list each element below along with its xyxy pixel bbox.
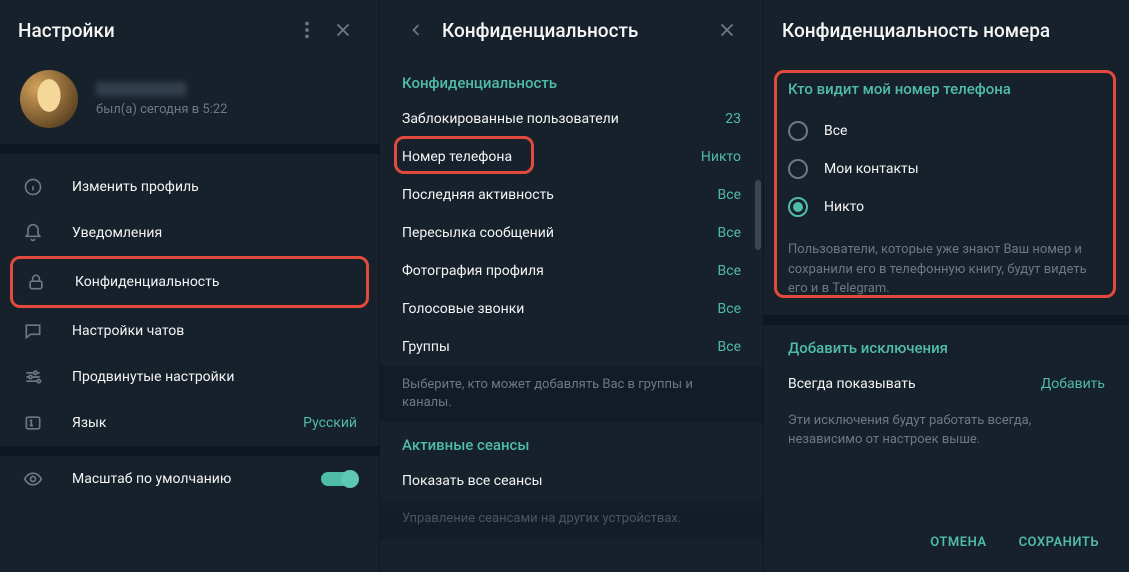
scrollbar[interactable] xyxy=(755,180,761,250)
close-icon[interactable] xyxy=(709,12,745,48)
radio-icon xyxy=(788,197,808,217)
menu-item-language[interactable]: Язык Русский xyxy=(0,400,379,446)
sliders-icon xyxy=(22,366,44,388)
phone-privacy-header: Конфиденциальность номера xyxy=(764,0,1129,60)
menu-label: Настройки чатов xyxy=(72,323,357,339)
visibility-help: Пользователи, которые уже знают Ваш номе… xyxy=(764,232,1129,315)
profile-name-redacted xyxy=(96,82,186,96)
phone-privacy-title: Конфиденциальность номера xyxy=(782,19,1111,42)
exception-action: Добавить xyxy=(1041,376,1105,392)
exception-label: Всегда показывать xyxy=(788,376,916,392)
menu-label: Уведомления xyxy=(72,225,357,241)
profile-block[interactable]: был(а) сегодня в 5:22 xyxy=(0,60,379,144)
section-exceptions: Добавить исключения xyxy=(764,325,1129,365)
menu-item-notifications[interactable]: Уведомления xyxy=(0,210,379,256)
section-privacy: Конфиденциальность xyxy=(380,60,763,100)
item-always-show[interactable]: Всегда показывать Добавить xyxy=(764,365,1129,403)
profile-info: был(а) сегодня в 5:22 xyxy=(96,82,228,117)
section-sessions: Активные сеансы xyxy=(380,422,763,462)
item-blocked-users[interactable]: Заблокированные пользователи 23 xyxy=(380,100,763,138)
menu-value: Русский xyxy=(303,415,357,431)
phone-privacy-panel: Конфиденциальность номера Кто видит мой … xyxy=(764,0,1129,572)
profile-status: был(а) сегодня в 5:22 xyxy=(96,102,228,117)
default-zoom-toggle[interactable]: Масштаб по умолчанию xyxy=(0,456,379,502)
close-icon[interactable] xyxy=(325,12,361,48)
eye-icon xyxy=(22,468,44,490)
privacy-title: Конфиденциальность xyxy=(442,19,709,42)
item-show-sessions[interactable]: Показать все сеансы xyxy=(380,462,763,500)
save-button[interactable]: СОХРАНИТЬ xyxy=(1005,527,1113,558)
menu-label: Продвинутые настройки xyxy=(72,369,357,385)
dialog-footer: ОТМЕНА СОХРАНИТЬ xyxy=(764,513,1129,572)
menu-label: Конфиденциальность xyxy=(75,274,354,290)
exceptions-help: Эти исключения будут работать всегда, не… xyxy=(764,403,1129,466)
menu-label: Язык xyxy=(72,415,275,431)
radio-label: Мои контакты xyxy=(824,161,919,177)
sessions-hint: Управление сеансами на других устройства… xyxy=(380,500,763,538)
item-phone-number[interactable]: Номер телефона Никто xyxy=(380,138,763,176)
zoom-label: Масштаб по умолчанию xyxy=(72,471,293,487)
privacy-hint: Выберите, кто может добавлять Вас в груп… xyxy=(380,366,763,422)
menu-item-privacy[interactable]: Конфиденциальность xyxy=(10,256,369,308)
radio-label: Все xyxy=(824,123,847,139)
settings-title: Настройки xyxy=(18,19,289,42)
privacy-panel: Конфиденциальность Конфиденциальность За… xyxy=(380,0,764,572)
item-voice-calls[interactable]: Голосовые звонки Все xyxy=(380,290,763,328)
info-icon xyxy=(22,176,44,198)
item-last-seen[interactable]: Последняя активность Все xyxy=(380,176,763,214)
avatar xyxy=(20,70,78,128)
item-groups[interactable]: Группы Все xyxy=(380,328,763,366)
privacy-header: Конфиденциальность xyxy=(380,0,763,60)
radio-nobody[interactable]: Никто xyxy=(764,188,1129,226)
radio-everyone[interactable]: Все xyxy=(764,112,1129,150)
more-icon[interactable] xyxy=(289,12,325,48)
item-forwarded[interactable]: Пересылка сообщений Все xyxy=(380,214,763,252)
menu-item-edit-profile[interactable]: Изменить профиль xyxy=(0,164,379,210)
radio-icon xyxy=(788,121,808,141)
visibility-radio-group: Все Мои контакты Никто xyxy=(764,106,1129,232)
settings-menu: Изменить профиль Уведомления Конфиденциа… xyxy=(0,154,379,446)
back-icon[interactable] xyxy=(398,12,434,48)
radio-contacts[interactable]: Мои контакты xyxy=(764,150,1129,188)
settings-header: Настройки xyxy=(0,0,379,60)
menu-item-advanced[interactable]: Продвинутые настройки xyxy=(0,354,379,400)
item-profile-photo[interactable]: Фотография профиля Все xyxy=(380,252,763,290)
language-icon xyxy=(22,412,44,434)
cancel-button[interactable]: ОТМЕНА xyxy=(916,527,1000,558)
chat-icon xyxy=(22,320,44,342)
radio-label: Никто xyxy=(824,199,864,215)
toggle-switch[interactable] xyxy=(321,472,357,486)
radio-icon xyxy=(788,159,808,179)
bell-icon xyxy=(22,222,44,244)
menu-label: Изменить профиль xyxy=(72,179,357,195)
lock-icon xyxy=(25,271,47,293)
section-who-sees: Кто видит мой номер телефона xyxy=(764,60,1129,106)
settings-panel: Настройки был(а) сегодня в 5:22 Изменить… xyxy=(0,0,380,572)
menu-item-chat-settings[interactable]: Настройки чатов xyxy=(0,308,379,354)
